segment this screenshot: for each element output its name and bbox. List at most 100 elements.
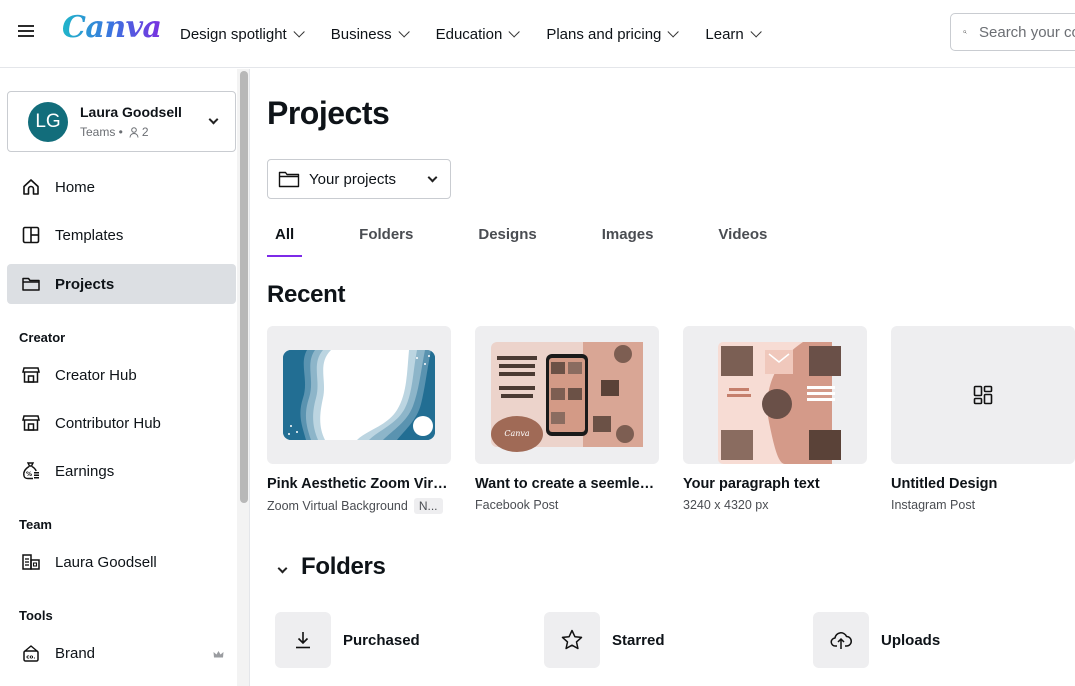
separator-dot: •: [115, 125, 123, 139]
top-header: Canva Design spotlight Business Educatio…: [0, 0, 1075, 68]
search-box[interactable]: [950, 13, 1075, 51]
search-icon: [963, 30, 967, 34]
sidebar-scrollbar-thumb[interactable]: [240, 71, 248, 503]
recent-heading: Recent: [267, 281, 346, 308]
store-icon: [20, 364, 42, 386]
star-icon: [544, 612, 600, 668]
sidebar-item-label: Projects: [55, 275, 115, 293]
chevron-down-icon: [427, 172, 438, 183]
tab-images[interactable]: Images: [594, 221, 662, 257]
avatar: LG: [28, 102, 68, 142]
sidebar-item-earnings[interactable]: % Earnings: [7, 451, 236, 491]
design-thumbnail: [891, 326, 1075, 464]
recent-design-card[interactable]: Untitled Design Instagram Post: [891, 326, 1075, 512]
design-title: Your paragraph text: [683, 476, 820, 492]
paragraph-text-post-thumbnail: [718, 342, 841, 464]
tab-folders[interactable]: Folders: [351, 221, 421, 257]
sidebar-item-templates[interactable]: Templates: [7, 215, 236, 255]
sidebar-item-label: Creator Hub: [55, 366, 137, 384]
folder-icon: [20, 273, 42, 295]
section-title-tools: Tools: [19, 608, 53, 623]
folder-uploads[interactable]: Uploads: [813, 612, 940, 668]
download-icon: [275, 612, 331, 668]
sidebar-item-brand[interactable]: co. Brand: [7, 633, 236, 673]
folder-starred[interactable]: Starred: [544, 612, 665, 668]
section-title-creator: Creator: [19, 330, 66, 345]
nav-business[interactable]: Business: [330, 25, 410, 43]
member-count: 2: [141, 125, 149, 139]
nav-plans-and-pricing[interactable]: Plans and pricing: [546, 25, 680, 43]
content-tabs: All Folders Designs Images Videos: [267, 221, 824, 257]
instagram-grid-promo-thumbnail: Canva: [491, 342, 643, 452]
sidebar: LG Laura Goodsell Teams • 2 Home Templat…: [0, 69, 237, 686]
sidebar-item-creator-hub[interactable]: Creator Hub: [7, 355, 236, 395]
design-type: Facebook Post: [475, 498, 559, 512]
folder-purchased[interactable]: Purchased: [275, 612, 420, 668]
recent-design-card[interactable]: Your paragraph text 3240 x 4320 px: [683, 326, 867, 512]
money-bag-icon: %: [20, 460, 42, 482]
design-thumbnail: Canva: [475, 326, 659, 464]
design-badge: N...: [413, 498, 443, 514]
nav-design-spotlight[interactable]: Design spotlight: [180, 26, 305, 43]
folder-label: Purchased: [343, 631, 420, 649]
person-icon: [129, 126, 139, 138]
chevron-down-icon: [750, 26, 762, 38]
cloud-upload-icon: [813, 612, 869, 668]
design-subtitle: 3240 x 4320 px: [683, 498, 867, 512]
design-title: Untitled Design: [891, 476, 998, 492]
svg-text:Canva: Canva: [504, 429, 530, 438]
svg-text:%: %: [26, 471, 32, 478]
recent-design-card[interactable]: Pink Aesthetic Zoom Virtual Background Z…: [267, 326, 451, 514]
section-title-team: Team: [19, 517, 52, 532]
recent-design-card[interactable]: Canva Want to create a seemless instagra…: [475, 326, 659, 512]
chevron-down-icon: [293, 26, 305, 38]
menu-button[interactable]: [18, 22, 38, 42]
project-folder-select[interactable]: Your projects: [267, 159, 451, 199]
account-plan: Teams: [80, 125, 116, 139]
nav-label: Education: [435, 25, 503, 43]
design-thumbnail: [267, 326, 451, 464]
nav-label: Business: [330, 25, 392, 43]
top-nav: Design spotlight Business Education Plan…: [180, 0, 788, 68]
chevron-down-icon: [398, 26, 410, 38]
canva-logo[interactable]: Canva: [62, 10, 162, 45]
tab-all[interactable]: All: [267, 221, 303, 257]
page-title: Projects: [267, 95, 390, 131]
account-subtitle: Teams • 2: [80, 125, 149, 139]
design-dimensions: 3240 x 4320 px: [683, 498, 769, 512]
sidebar-item-label: Templates: [55, 226, 124, 244]
design-type: Instagram Post: [891, 498, 976, 512]
crown-icon: [213, 646, 224, 663]
sidebar-item-projects[interactable]: Projects: [7, 264, 236, 304]
design-thumbnail: [683, 326, 867, 464]
design-subtitle: Zoom Virtual Background N...: [267, 498, 451, 514]
folder-label: Uploads: [881, 631, 941, 649]
svg-text:co.: co.: [26, 655, 35, 661]
nav-learn[interactable]: Learn: [705, 26, 762, 43]
sidebar-item-label: Earnings: [55, 462, 115, 480]
tab-designs[interactable]: Designs: [470, 221, 544, 257]
store-icon: [20, 412, 42, 434]
sidebar-item-contributor-hub[interactable]: Contributor Hub: [7, 403, 236, 443]
sidebar-item-home[interactable]: Home: [7, 167, 236, 207]
search-input[interactable]: [979, 23, 1075, 41]
nav-education[interactable]: Education: [435, 25, 521, 43]
account-switcher[interactable]: LG Laura Goodsell Teams • 2: [7, 91, 236, 152]
templates-icon: [20, 224, 42, 246]
sidebar-item-team-laura-goodsell[interactable]: Laura Goodsell: [7, 542, 236, 582]
collapse-folders-toggle[interactable]: [277, 563, 288, 574]
nav-label: Plans and pricing: [546, 25, 662, 43]
folder-icon: [278, 171, 300, 188]
tab-videos[interactable]: Videos: [710, 221, 775, 257]
hamburger-icon-line: [18, 30, 34, 32]
chevron-down-icon: [508, 26, 521, 38]
sidebar-item-label: Home: [55, 178, 96, 196]
design-subtitle: Instagram Post: [891, 498, 1075, 512]
design-placeholder-icon: [973, 385, 993, 405]
account-name: Laura Goodsell: [80, 104, 182, 120]
folders-heading: Folders: [301, 553, 386, 580]
chevron-down-icon: [667, 26, 680, 38]
design-title: Pink Aesthetic Zoom Virtual Background: [267, 476, 451, 492]
wave-background-thumbnail: [283, 350, 435, 440]
folder-select-value: Your projects: [309, 170, 396, 188]
